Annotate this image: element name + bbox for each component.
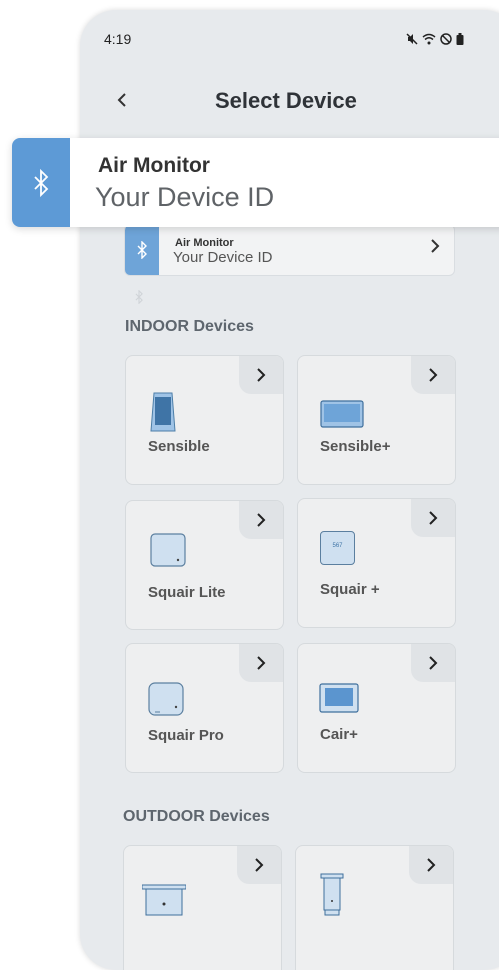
chevron-right-icon	[239, 501, 283, 539]
device-row-air-monitor[interactable]: Air Monitor Your Device ID	[124, 224, 455, 276]
sensible-device-icon	[150, 392, 176, 432]
battery-icon	[456, 33, 464, 45]
bluetooth-badge	[12, 138, 70, 227]
device-name: Air Monitor	[175, 237, 234, 249]
device-id: Your Device ID	[95, 182, 275, 212]
back-button[interactable]	[116, 90, 136, 114]
bluetooth-faint-icon	[135, 290, 143, 304]
bluetooth-badge	[125, 225, 159, 275]
chevron-right-icon	[239, 356, 283, 394]
indoor-section-title: INDOOR Devices	[125, 318, 254, 335]
chevron-left-icon	[117, 93, 126, 107]
device-card-squair-pro[interactable]: Squair Pro	[125, 643, 284, 773]
dnd-icon	[440, 33, 452, 45]
squair-lite-device-icon	[150, 533, 186, 567]
chevron-right-icon	[430, 238, 440, 259]
device-card-sensible[interactable]: Sensible	[125, 355, 284, 485]
outdoor-station-icon	[142, 884, 186, 916]
device-card-cair-plus[interactable]: Cair+	[297, 643, 456, 773]
device-name: Air Monitor	[98, 154, 210, 177]
device-card-outdoor-1[interactable]	[123, 845, 282, 970]
outdoor-sensor-icon	[320, 873, 344, 916]
device-label: Sensible	[148, 438, 210, 455]
chevron-right-icon	[239, 644, 283, 682]
squair-plus-device-icon: 567	[320, 531, 355, 565]
status-icons	[406, 33, 464, 45]
mute-icon	[406, 33, 418, 45]
chevron-right-icon	[409, 846, 453, 884]
chevron-right-icon	[411, 499, 455, 537]
device-label: Sensible+	[320, 438, 391, 455]
device-screen-text: 567	[332, 543, 343, 549]
cair-plus-device-icon	[319, 683, 359, 713]
squair-pro-device-icon	[148, 682, 184, 716]
device-label: Squair Lite	[148, 584, 226, 601]
device-card-outdoor-2[interactable]	[295, 845, 454, 970]
device-id: Your Device ID	[173, 249, 273, 266]
chevron-right-icon	[237, 846, 281, 884]
device-card-squair-plus[interactable]: 567 Squair +	[297, 498, 456, 628]
device-card-squair-lite[interactable]: Squair Lite	[125, 500, 284, 630]
page-title: Select Device	[215, 88, 357, 113]
selected-device-banner[interactable]: Air Monitor Your Device ID	[12, 138, 499, 227]
wifi-icon	[422, 33, 436, 45]
device-card-sensible-plus[interactable]: Sensible+	[297, 355, 456, 485]
bluetooth-icon	[34, 168, 49, 197]
device-label: Cair+	[320, 726, 358, 743]
outdoor-section-title: OUTDOOR Devices	[123, 808, 270, 825]
sensible-plus-device-icon	[320, 400, 364, 428]
device-label: Squair +	[320, 581, 380, 598]
bluetooth-icon	[137, 241, 147, 259]
status-time: 4:19	[104, 31, 132, 47]
chevron-right-icon	[411, 644, 455, 682]
chevron-right-icon	[411, 356, 455, 394]
device-label: Squair Pro	[148, 727, 224, 744]
